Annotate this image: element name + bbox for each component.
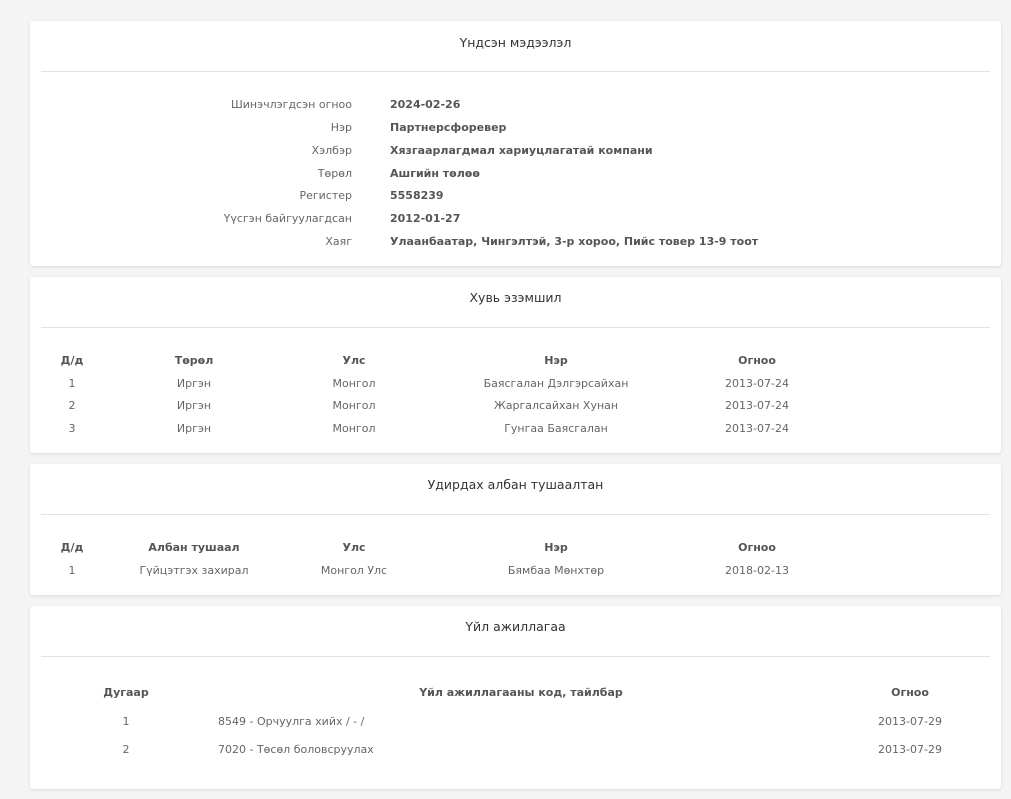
cell-country: Монгол Улс <box>320 564 388 577</box>
col-header-index: Д/д <box>60 354 84 367</box>
label-register: Регистер <box>299 189 352 202</box>
cell-country: Монгол <box>332 377 376 390</box>
col-header-country: Улс <box>342 541 366 554</box>
value-type: Ашгийн төлөө <box>390 167 480 180</box>
col-header-position: Албан тушаал <box>148 541 240 554</box>
divider <box>41 327 990 328</box>
col-header-date: Огноо <box>738 541 776 554</box>
cell-index: 3 <box>68 422 76 435</box>
label-form: Хэлбэр <box>311 144 352 157</box>
label-type: Төрөл <box>317 167 352 180</box>
cell-date: 2013-07-24 <box>725 377 789 390</box>
col-header-date: Огноо <box>891 686 929 699</box>
divider <box>41 514 990 515</box>
cell-name: Жаргалсайхан Хунан <box>493 399 619 412</box>
divider <box>41 71 990 72</box>
label-address: Хаяг <box>325 235 352 248</box>
cell-country: Монгол <box>332 422 376 435</box>
basic-info-card: Үндсэн мэдээлэл Шинэчлэгдсэн огноо 2024-… <box>30 21 1001 266</box>
col-header-type: Төрөл <box>174 354 214 367</box>
cell-name: Гунгаа Баясгалан <box>504 422 608 435</box>
cell-name: Бямбаа Мөнхтөр <box>507 564 605 577</box>
cell-index: 2 <box>68 399 76 412</box>
cell-index: 1 <box>68 377 76 390</box>
col-header-number: Дугаар <box>103 686 149 699</box>
label-founded: Үүсгэн байгуулагдсан <box>223 212 352 225</box>
cell-date: 2013-07-29 <box>878 743 942 756</box>
col-header-country: Улс <box>342 354 366 367</box>
col-header-date: Огноо <box>738 354 776 367</box>
cell-date: 2013-07-24 <box>725 422 789 435</box>
cell-country: Монгол <box>332 399 376 412</box>
activities-card: Үйл ажиллагаа Дугаар Үйл ажиллагааны код… <box>30 606 1001 789</box>
value-register: 5558239 <box>390 189 444 202</box>
cell-date: 2013-07-29 <box>878 715 942 728</box>
cell-date: 2013-07-24 <box>725 399 789 412</box>
activities-title: Үйл ажиллагаа <box>465 619 566 634</box>
cell-name: Баясгалан Дэлгэрсайхан <box>483 377 629 390</box>
value-form: Хязгаарлагдмал хариуцлагатай компани <box>390 144 653 157</box>
cell-activity: 8549 - Орчуулга хийх / - / <box>218 715 365 728</box>
ownership-title: Хувь эзэмшил <box>469 290 562 305</box>
value-name: Партнерсфоревер <box>390 121 507 134</box>
cell-index: 1 <box>68 564 76 577</box>
basic-info-title: Үндсэн мэдээлэл <box>459 35 572 50</box>
ownership-card: Хувь эзэмшил Д/д Төрөл Улс Нэр Огноо 1 И… <box>30 277 1001 453</box>
label-name: Нэр <box>330 121 352 134</box>
value-founded: 2012-01-27 <box>390 212 461 225</box>
cell-type: Иргэн <box>176 422 212 435</box>
col-header-name: Нэр <box>544 354 568 367</box>
col-header-index: Д/д <box>60 541 84 554</box>
management-title: Удирдах албан тушаалтан <box>427 477 604 492</box>
cell-number: 1 <box>122 715 130 728</box>
col-header-name: Нэр <box>544 541 568 554</box>
cell-date: 2018-02-13 <box>725 564 789 577</box>
cell-activity: 7020 - Төсөл боловсруулах <box>218 743 374 756</box>
divider <box>41 656 990 657</box>
cell-type: Иргэн <box>176 399 212 412</box>
value-updated-date: 2024-02-26 <box>390 98 461 111</box>
cell-type: Иргэн <box>176 377 212 390</box>
col-header-activity: Үйл ажиллагааны код, тайлбар <box>419 686 623 699</box>
value-address: Улаанбаатар, Чингэлтэй, 3-р хороо, Пийс … <box>390 235 759 248</box>
label-updated-date: Шинэчлэгдсэн огноо <box>230 98 352 111</box>
cell-position: Гүйцэтгэх захирал <box>139 564 249 577</box>
cell-number: 2 <box>122 743 130 756</box>
management-card: Удирдах албан тушаалтан Д/д Албан тушаал… <box>30 464 1001 595</box>
